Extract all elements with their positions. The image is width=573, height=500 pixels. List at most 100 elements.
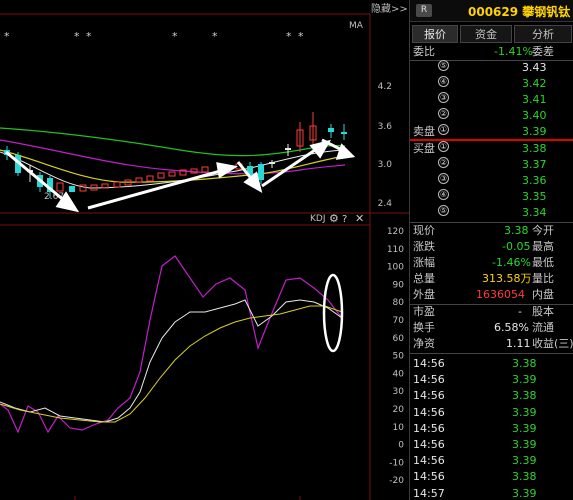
ask-price: 3.40 [522,109,547,122]
bid-row[interactable]: ③ 3.36 [410,173,573,189]
hide-panel-button[interactable]: 隐藏>> [371,0,408,15]
quote-panel: R 000629 攀钢钒钛 报价 资金 分析 委比 -1.41% 委差 ⑤ 3.… [409,0,573,500]
buy-label: 买盘 [413,142,435,155]
pe-value: - [518,305,522,318]
pe-label: 市盈 [413,305,435,318]
ask-row[interactable]: 卖盘 ① 3.39 [410,124,573,140]
kdj-y-tick: 50 [393,352,405,362]
ask-row[interactable]: ② 3.40 [410,108,573,124]
high-label: 最高 [532,240,554,253]
kdj-d-line [0,305,343,423]
kdj-info-icon[interactable]: ? [342,214,347,225]
kdj-k-line [0,299,343,423]
bid-price: 3.34 [522,206,547,219]
trade-price: 3.38 [512,357,537,370]
ask-price: 3.43 [522,61,547,74]
bid-price: 3.35 [522,190,547,203]
svg-text:*: * [74,30,80,43]
outer-label: 外盘 [413,288,435,301]
commission-ratio-label: 委比 [413,45,435,58]
svg-text:*: * [86,30,92,43]
trade-row[interactable]: 14:56 3.38 [410,469,573,485]
svg-text:*: * [4,30,10,43]
ask-row[interactable]: ③ 3.41 [410,92,573,108]
trade-time: 14:56 [413,405,445,419]
tab-funds[interactable]: 资金 [460,25,512,43]
commission-row: 委比 -1.41% 委差 [410,44,573,60]
bid-row[interactable]: ② 3.37 [410,157,573,173]
ask-price: 3.42 [522,77,547,90]
trade-price: 3.39 [512,405,537,419]
float-label: 流通 [532,321,554,334]
trade-row[interactable]: 14:56 3.39 [410,372,573,388]
ask-row[interactable]: ④ 3.42 [410,76,573,92]
ask-price: 3.41 [522,93,547,106]
y-tick-4.2: 4.2 [378,82,392,92]
ask-level: ① [438,124,449,135]
share-label: 股本 [532,305,554,318]
kdj-settings-icon[interactable]: ⚙ [329,212,339,225]
trade-row[interactable]: 14:56 3.38 [410,388,573,404]
quote-row-pct: 涨幅 -1.46% 最低 [410,255,573,271]
kdj-y-tick: 100 [387,263,404,273]
trade-row[interactable]: 14:56 3.38 [410,356,573,372]
quote-row-turnover: 换手 6.58% 流通 [410,320,573,336]
sell-label: 卖盘 [413,125,435,138]
tab-quote[interactable]: 报价 [412,25,458,43]
trade-time: 14:56 [413,454,445,468]
r-badge[interactable]: R [416,4,432,17]
bid-row[interactable]: ⑤ 3.34 [410,205,573,221]
bid-price: 3.36 [522,174,547,187]
trade-row[interactable]: 14:57 3.39 [410,486,573,500]
ask-row[interactable]: ⑤ 3.43 [410,60,573,76]
bid-price: 3.37 [522,158,547,171]
trade-price: 3.38 [512,470,537,484]
trade-row[interactable]: 14:56 3.39 [410,437,573,453]
bid-price: 3.38 [522,142,547,155]
kdj-y-tick: 40 [393,369,405,379]
trade-row[interactable]: 14:56 3.39 [410,453,573,469]
kdj-y-tick: -20 [389,476,404,486]
bid-level: ① [438,141,449,152]
kdj-y-tick: 30 [393,387,405,397]
price-value: 3.38 [504,224,529,237]
svg-text:*: * [298,30,304,43]
svg-text:*: * [212,30,218,43]
chart-area[interactable]: 4.2 3.6 3.0 2.4 MA * * * * * * * 2.67 KD… [0,0,409,500]
ma-label: MA [349,21,364,31]
commission-ratio-value: -1.41% [494,45,533,58]
volume-ratio-label: 量比 [532,272,554,285]
kdj-y-tick: 0 [398,441,404,451]
kdj-close-icon[interactable]: ✕ [355,212,364,225]
stock-title: 000629 攀钢钒钛 [468,5,571,19]
trade-price: 3.39 [512,421,537,435]
y-tick-3.0: 3.0 [378,160,393,170]
tab-analysis[interactable]: 分析 [514,25,572,43]
kdj-y-tick: 10 [393,423,405,433]
bid-row[interactable]: 买盘 ① 3.38 [410,141,573,157]
stock-header: R 000629 攀钢钒钛 [410,0,573,22]
kdj-y-tick: 120 [387,227,404,237]
quote-row-volume: 总量 313.58万 量比 [410,271,573,287]
trade-price: 3.39 [512,486,537,500]
trade-row[interactable]: 14:56 3.39 [410,421,573,437]
trade-time: 14:57 [413,486,445,500]
bid-row[interactable]: ④ 3.35 [410,189,573,205]
quote-row-price: 现价 3.38 今开 [410,223,573,239]
quote-row-nav: 净资 1.11 收益(三) [410,336,573,352]
bid-level: ③ [438,173,449,184]
kdj-y-tick: 90 [393,280,405,290]
quote-row-change: 涨跌 -0.05 最高 [410,239,573,255]
kdj-y-tick: 80 [393,298,405,308]
trade-time: 14:56 [413,470,445,484]
quote-row-pe: 市盈 - 股本 [410,304,573,320]
volume-value: 313.58万 [482,272,532,285]
kline-chart[interactable]: 4.2 3.6 3.0 2.4 MA * * * * * * * 2.67 KD… [0,0,409,500]
trade-price: 3.38 [512,389,537,403]
trade-row[interactable]: 14:56 3.39 [410,405,573,421]
nav-value: 1.11 [506,337,531,350]
yield-label: 收益(三) [532,337,573,350]
kdj-y-tick: -10 [389,458,404,468]
trade-time: 14:56 [413,373,445,387]
inner-label: 内盘 [532,288,554,301]
